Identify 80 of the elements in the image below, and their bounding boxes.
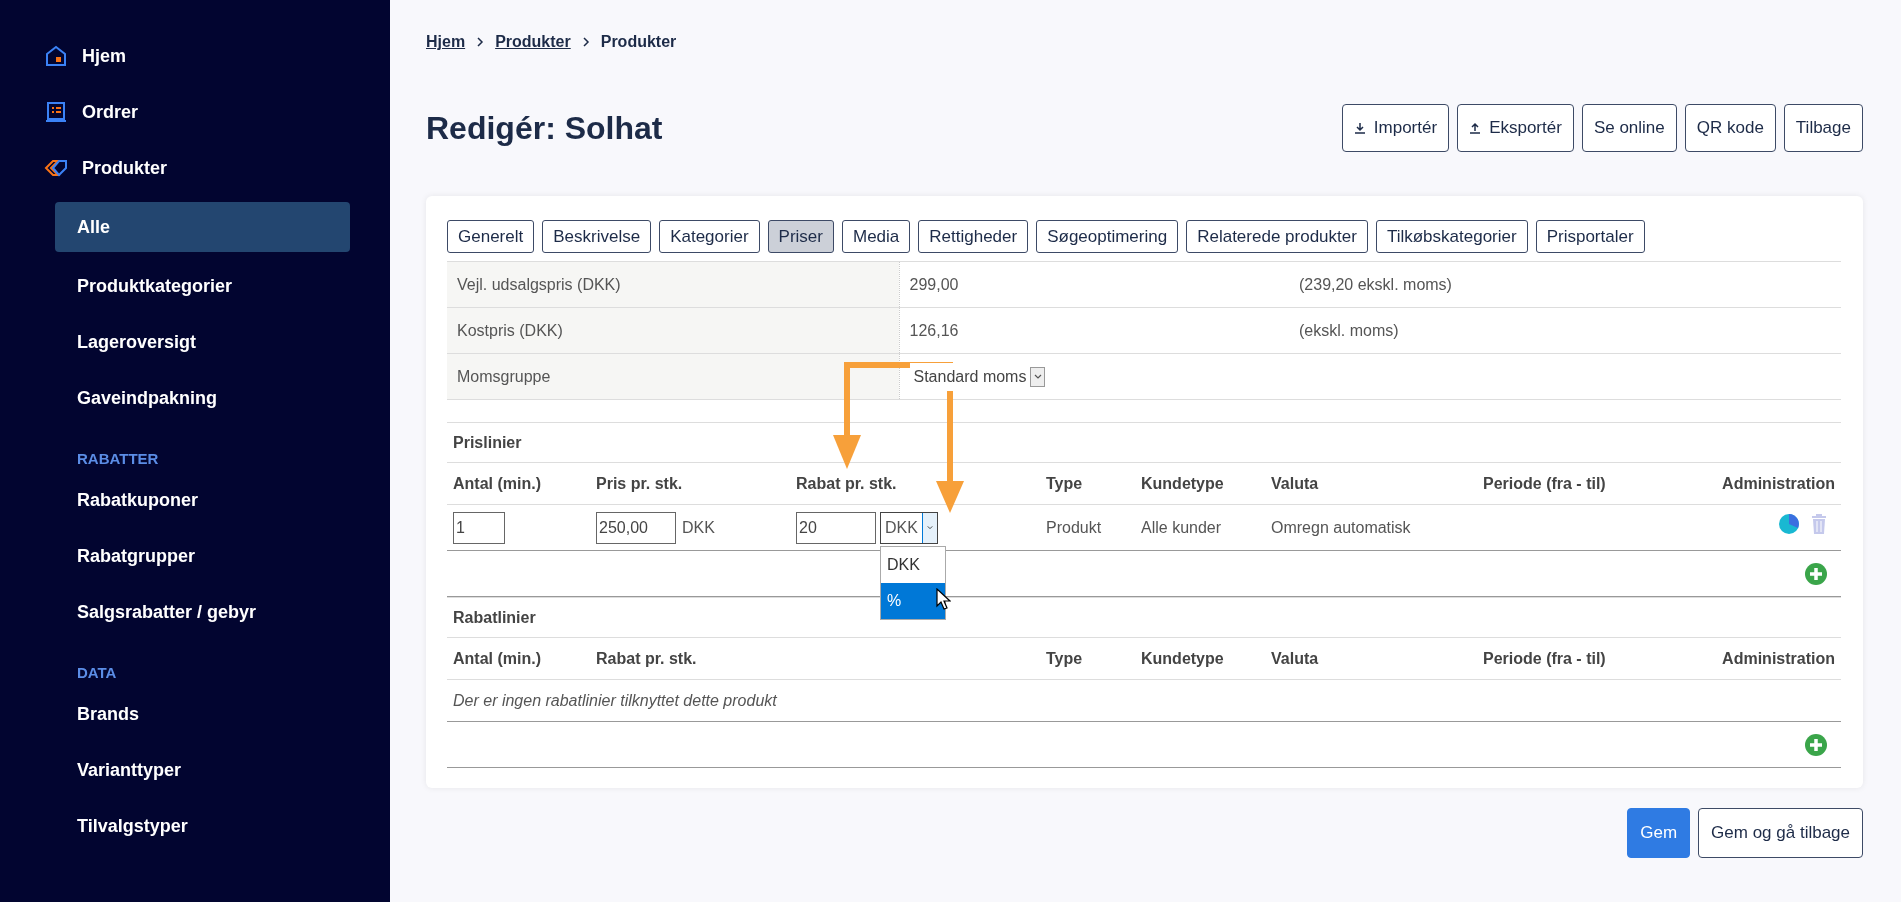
- column-header: Kundetype: [1135, 637, 1265, 680]
- column-header: Type: [1040, 637, 1135, 680]
- tab[interactable]: Relaterede produkter: [1186, 220, 1368, 253]
- column-header: Pris pr. stk.: [590, 462, 790, 505]
- add-icon[interactable]: [1805, 563, 1827, 586]
- column-header: Antal (min.): [447, 637, 590, 680]
- action-button[interactable]: Importér: [1341, 104, 1450, 152]
- sidebar-item[interactable]: Alle: [55, 202, 350, 252]
- dropdown-option[interactable]: DKK: [881, 546, 945, 583]
- breadcrumb-link[interactable]: Produkter: [495, 30, 571, 54]
- column-header: Administration: [1660, 637, 1841, 680]
- tab[interactable]: Prisportaler: [1535, 220, 1645, 253]
- action-button[interactable]: Eksportér: [1457, 104, 1574, 152]
- column-header: Type: [1040, 462, 1135, 505]
- sidebar-item[interactable]: Brands: [55, 686, 350, 742]
- action-button[interactable]: Se online: [1581, 104, 1677, 152]
- chevron-icon: [475, 36, 486, 48]
- table-cell: Produkt: [1040, 504, 1135, 551]
- sidebar-item[interactable]: Varianttyper: [55, 742, 350, 798]
- tab[interactable]: Beskrivelse: [542, 220, 652, 253]
- column-header: Valuta: [1265, 637, 1477, 680]
- field-label: Kostpris (DKK): [447, 307, 899, 354]
- caret-icon: [926, 525, 933, 530]
- sidebar-item[interactable]: Gaveindpakning: [55, 370, 350, 426]
- unit-select[interactable]: DKK: [880, 511, 938, 544]
- tab[interactable]: Kategorier: [659, 220, 760, 253]
- sidebar-link[interactable]: Hjem: [82, 42, 126, 70]
- chevron-icon: [580, 36, 591, 48]
- pie-chart-icon[interactable]: [1779, 514, 1799, 534]
- empty-message: Der er ingen rabatlinier tilknyttet dette produkt: [453, 691, 777, 709]
- field-label: Vejl. udsalgspris (DKK): [447, 261, 899, 308]
- sidebar-item[interactable]: Tilvalgstyper: [55, 798, 350, 854]
- column-header: Periode (fra - til): [1477, 462, 1660, 505]
- column-header: Rabat pr. stk.: [590, 637, 1040, 680]
- column-header: Periode (fra - til): [1477, 637, 1660, 680]
- field-label: Momsgruppe: [447, 353, 899, 400]
- column-header: Antal (min.): [447, 462, 590, 505]
- caret-icon: [1033, 374, 1042, 379]
- action-button[interactable]: QR kode: [1684, 104, 1776, 152]
- column-header: Valuta: [1265, 462, 1477, 505]
- quantity-input[interactable]: 1: [453, 511, 505, 544]
- house-icon: [44, 44, 68, 68]
- sidebar-item[interactable]: Lageroversigt: [55, 314, 350, 370]
- save-button[interactable]: Gem og gå tilbage: [1698, 808, 1863, 858]
- tab[interactable]: Søgeoptimering: [1036, 220, 1179, 253]
- section-heading: RABATTER: [77, 449, 160, 469]
- tab[interactable]: Priser: [767, 220, 834, 253]
- page-title: Redigér: Solhat: [426, 108, 663, 148]
- sidebar-item[interactable]: Rabatkuponer: [55, 472, 350, 528]
- tab[interactable]: Tilkøbskategorier: [1375, 220, 1528, 253]
- sidebar-link[interactable]: Ordrer: [82, 98, 139, 126]
- currency-text: DKK: [682, 518, 715, 536]
- tab[interactable]: Media: [841, 220, 911, 253]
- discount-input[interactable]: 20: [796, 511, 876, 544]
- breadcrumb-current: Produkter: [600, 32, 677, 52]
- field-note: (239,20 ekskl. moms): [1289, 261, 1841, 308]
- field-value: 299,00: [899, 261, 1289, 308]
- column-header: Administration: [1660, 462, 1841, 505]
- column-header: Kundetype: [1135, 462, 1265, 505]
- trash-icon[interactable]: [1811, 514, 1827, 534]
- field-note: (ekskl. moms): [1289, 307, 1841, 354]
- dropdown-option[interactable]: %: [881, 582, 945, 619]
- table-cell: Omregn automatisk: [1265, 504, 1477, 551]
- save-button[interactable]: Gem: [1627, 808, 1691, 858]
- tab[interactable]: Rettigheder: [918, 220, 1029, 253]
- sidebar-item[interactable]: Produktkategorier: [55, 258, 350, 314]
- action-button[interactable]: Tilbage: [1783, 104, 1863, 152]
- sidebar-link[interactable]: Produkter: [82, 154, 168, 182]
- download-icon: [1353, 122, 1366, 134]
- breadcrumb-link[interactable]: Hjem: [426, 30, 466, 54]
- tab[interactable]: Generelt: [447, 220, 535, 253]
- sidebar-item[interactable]: Salgsrabatter / gebyr: [55, 584, 350, 640]
- receipt-icon: [44, 100, 68, 124]
- add-icon[interactable]: [1805, 734, 1827, 757]
- price-input[interactable]: 250,00: [596, 511, 676, 544]
- upload-icon: [1469, 122, 1482, 134]
- field-value: 126,16: [899, 307, 1289, 354]
- sidebar-item[interactable]: Rabatgrupper: [55, 528, 350, 584]
- section-heading: DATA: [77, 663, 118, 683]
- table-cell: Alle kunder: [1135, 504, 1265, 551]
